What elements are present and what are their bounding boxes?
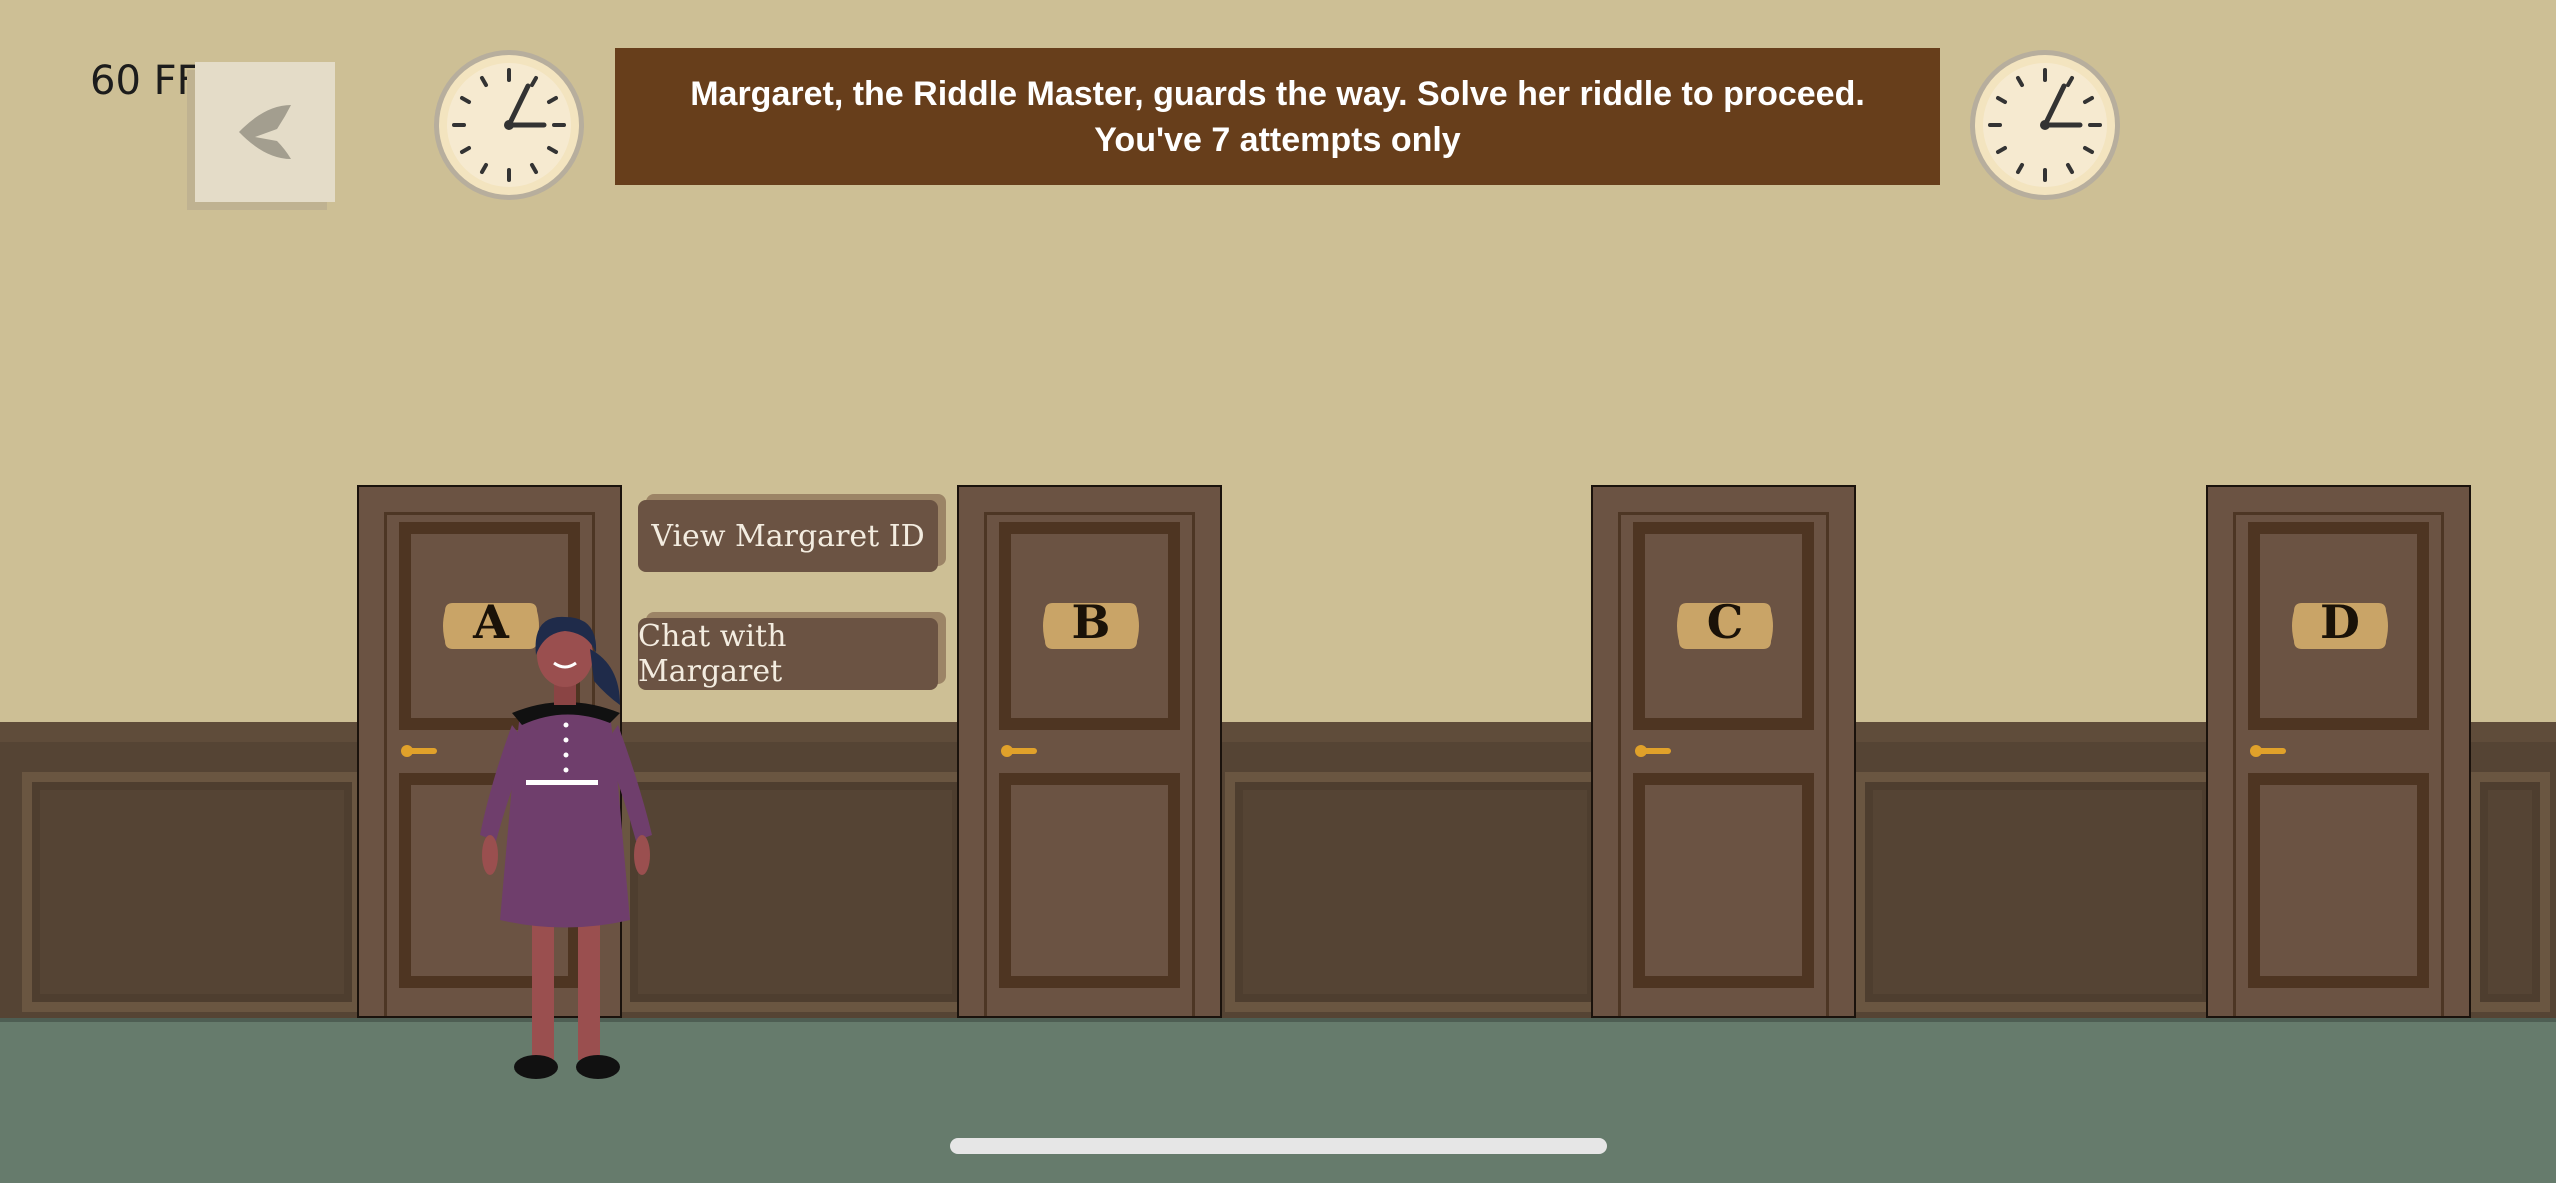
clock-icon [1970,50,2120,200]
back-button[interactable] [195,62,335,202]
clock-icon [434,50,584,200]
riddle-banner-text: Margaret, the Riddle Master, guards the … [690,74,1865,159]
door-handle-icon [1635,745,1671,757]
wall-panel [1855,772,2220,1012]
floor [0,1018,2556,1183]
door-d[interactable]: D [2206,485,2471,1018]
game-scene: A B C D View Margaret ID Chat with Marga… [0,0,2556,1183]
door-b[interactable]: B [957,485,1222,1018]
door-label: B [1071,595,1111,649]
wall-panel [22,772,362,1012]
wall-panel [1225,772,1605,1012]
chat-with-margaret-button[interactable]: Chat with Margaret [638,618,938,690]
wall-panel [2470,772,2550,1012]
margaret-character[interactable] [470,605,660,1080]
door-lower-panel [1633,773,1814,988]
view-margaret-id-button[interactable]: View Margaret ID [638,500,938,572]
door-label: C [1706,595,1744,649]
door-lower-panel [2248,773,2429,988]
door-label: D [2320,595,2360,649]
home-indicator[interactable] [950,1138,1607,1154]
wall-panel [620,772,970,1012]
back-arrow-icon [239,105,291,159]
door-c[interactable]: C [1591,485,1856,1018]
door-handle-icon [401,745,437,757]
door-lower-panel [999,773,1180,988]
door-handle-icon [2250,745,2286,757]
door-handle-icon [1001,745,1037,757]
fps-counter: 60 FF [90,58,200,104]
riddle-banner: Margaret, the Riddle Master, guards the … [615,48,1940,185]
